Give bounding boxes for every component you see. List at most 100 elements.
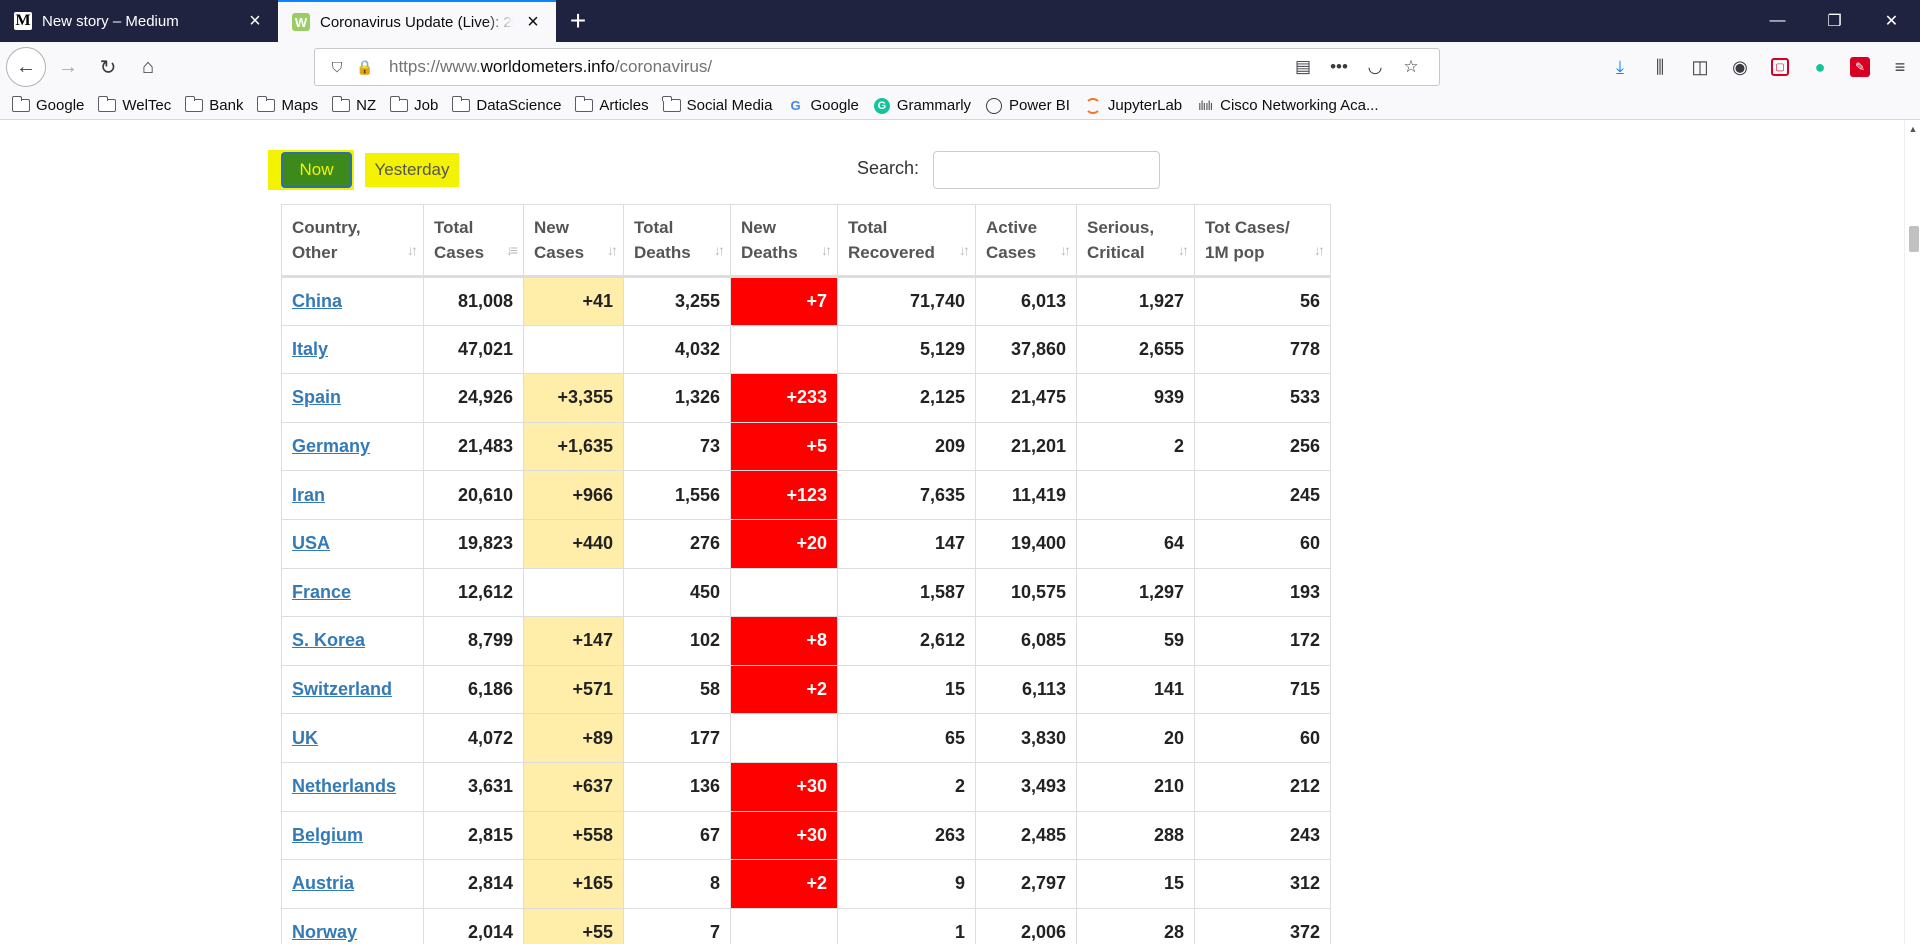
bookmark-item[interactable]: Google [11, 96, 84, 114]
tracking-protection-icon[interactable]: ⛉ [325, 55, 349, 79]
cell-new-cases: +558 [523, 810, 624, 861]
bookmark-label: Power BI [1009, 97, 1070, 114]
country-link[interactable]: Norway [292, 922, 357, 942]
sort-icon[interactable]: ↓↑ [1178, 238, 1189, 263]
scrollbar-thumb[interactable] [1909, 226, 1919, 252]
sort-icon[interactable]: ↓↑ [821, 238, 832, 263]
close-window-icon[interactable]: ✕ [1863, 0, 1920, 42]
grammarly-icon[interactable]: ● [1800, 48, 1840, 86]
sidebar-icon[interactable]: ◫ [1680, 48, 1720, 86]
pocket-icon[interactable]: ◡ [1357, 52, 1393, 82]
bookmark-item[interactable]: WelTec [97, 96, 171, 114]
country-link[interactable]: Iran [292, 485, 325, 505]
country-link[interactable]: China [292, 291, 342, 311]
table-row: Netherlands 3,631 +637 136 +30 2 3,493 210 212 [281, 761, 1331, 812]
now-tab-button[interactable]: Now [281, 152, 352, 188]
country-link[interactable]: Netherlands [292, 776, 396, 796]
extension-icon[interactable]: ▢ [1760, 48, 1800, 86]
bookmark-item[interactable]: Maps [256, 96, 318, 114]
cell-total-cases: 24,926 [423, 373, 524, 423]
cell-new-cases [523, 567, 624, 618]
extension-red-icon[interactable]: ✎ [1840, 48, 1880, 86]
sort-icon[interactable]: ↓≡ [506, 238, 518, 263]
page-actions-icon[interactable]: ••• [1321, 52, 1357, 82]
menu-icon[interactable]: ≡ [1880, 48, 1920, 86]
close-icon[interactable]: × [244, 10, 266, 32]
sort-icon[interactable]: ↓↑ [959, 238, 970, 263]
sort-icon[interactable]: ↓↑ [1060, 238, 1071, 263]
search-input[interactable] [933, 151, 1160, 189]
bookmark-item[interactable]: JupyterLab [1084, 97, 1182, 114]
bookmark-item[interactable]: ılıılı Cisco Networking Aca... [1196, 97, 1379, 114]
column-header-tot-cases-per-1m[interactable]: Tot Cases/1M pop ↓↑ [1194, 204, 1331, 278]
search-label: Search: [857, 158, 920, 178]
bookmark-item[interactable]: G Google [787, 97, 858, 114]
column-header-new-cases[interactable]: New Cases ↓↑ [523, 204, 624, 278]
cell-active-cases: 21,475 [975, 373, 1077, 423]
new-tab-button[interactable]: + [556, 0, 600, 42]
close-icon[interactable]: × [522, 11, 544, 33]
table-row: China 81,008 +41 3,255 +7 71,740 6,013 1,927 56 [281, 276, 1331, 326]
column-header-label: 1M pop [1205, 243, 1265, 262]
bookmark-item[interactable]: DataScience [451, 96, 561, 114]
download-icon[interactable]: ⤓ [1600, 48, 1640, 86]
bookmark-star-icon[interactable]: ☆ [1393, 52, 1429, 82]
forward-button[interactable]: → [50, 49, 86, 85]
cell-total-cases: 2,814 [423, 859, 524, 909]
coronavirus-table: Country, Other ↓↑ Total Cases ↓≡ New Cases ↓↑ Tot… [281, 204, 1331, 944]
minimize-icon[interactable]: — [1749, 0, 1806, 42]
country-link[interactable]: Italy [292, 339, 328, 359]
home-button[interactable]: ⌂ [130, 49, 166, 85]
bookmark-item[interactable]: Articles [574, 96, 649, 114]
page-scrollbar[interactable]: ▲ [1904, 120, 1920, 944]
sort-icon[interactable]: ↓↑ [714, 238, 725, 263]
reload-button[interactable]: ↻ [90, 49, 126, 85]
country-link[interactable]: S. Korea [292, 630, 365, 650]
cell-serious-critical: 2,655 [1076, 324, 1195, 375]
column-header-total-cases[interactable]: Total Cases ↓≡ [423, 204, 524, 278]
folder-icon [662, 96, 681, 113]
account-icon[interactable]: ◉ [1720, 48, 1760, 86]
country-link[interactable]: France [292, 582, 351, 602]
restore-icon[interactable]: ❐ [1806, 0, 1863, 42]
bookmark-item[interactable]: Bank [184, 96, 243, 114]
column-header-total-recovered[interactable]: Total Recovered ↓↑ [837, 204, 976, 278]
country-link[interactable]: Switzerland [292, 679, 392, 699]
bookmark-item[interactable]: Social Media [662, 96, 773, 114]
yesterday-tab-button[interactable]: Yesterday [365, 153, 459, 187]
column-header-label: Total [434, 218, 474, 237]
column-header-total-deaths[interactable]: Total Deaths ↓↑ [623, 204, 731, 278]
tab-coronavirus[interactable]: W Coronavirus Update (Live): 286, × [278, 0, 556, 42]
back-button[interactable]: ← [6, 47, 46, 87]
bookmarks-toolbar: Google WelTec Bank Maps NZ Job DataScien… [0, 92, 1920, 120]
sort-icon[interactable]: ↓↑ [1314, 238, 1325, 263]
sort-icon[interactable]: ↓↑ [607, 238, 618, 263]
country-link[interactable]: Spain [292, 387, 341, 407]
country-link[interactable]: USA [292, 533, 330, 553]
tab-title: Coronavirus Update (Live): 286, [320, 13, 514, 31]
bookmark-item[interactable]: Power BI [985, 97, 1070, 114]
scroll-up-icon[interactable]: ▲ [1905, 120, 1920, 138]
country-link[interactable]: Germany [292, 436, 370, 456]
sort-icon[interactable]: ↓↑ [407, 238, 418, 263]
bookmark-item[interactable]: NZ [331, 96, 376, 114]
column-header-country[interactable]: Country, Other ↓↑ [281, 204, 424, 278]
reader-view-icon[interactable]: ▤ [1285, 52, 1321, 82]
url-bar[interactable]: ⛉ 🔒 https://www.worldometers.info/corona… [314, 48, 1440, 86]
bookmark-item[interactable]: G Grammarly [873, 97, 971, 114]
column-header-active-cases[interactable]: Active Cases ↓↑ [975, 204, 1077, 278]
country-link[interactable]: UK [292, 728, 318, 748]
column-header-new-deaths[interactable]: New Deaths ↓↑ [730, 204, 838, 278]
lock-icon[interactable]: 🔒 [353, 55, 377, 79]
url-text[interactable]: https://www.worldometers.info/coronaviru… [389, 57, 1285, 77]
column-header-serious-critical[interactable]: Serious, Critical ↓↑ [1076, 204, 1195, 278]
country-link[interactable]: Belgium [292, 825, 363, 845]
cell-total-cases: 6,186 [423, 664, 524, 715]
bookmark-item[interactable]: Job [389, 96, 438, 114]
country-link[interactable]: Austria [292, 873, 354, 893]
cell-new-cases: +3,355 [523, 373, 624, 423]
table-row: Germany 21,483 +1,635 73 +5 209 21,201 2 256 [281, 421, 1331, 472]
library-icon[interactable]: ⫼ [1640, 48, 1680, 86]
tab-medium[interactable]: M New story – Medium × [0, 0, 278, 42]
table-row: France 12,612 450 1,587 10,575 1,297 193 [281, 567, 1331, 618]
